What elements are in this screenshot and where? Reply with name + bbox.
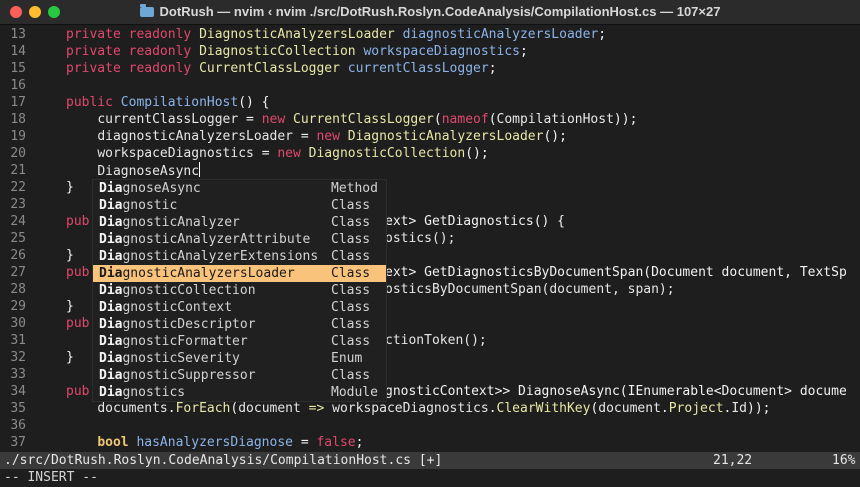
completion-item-selected[interactable]: DiagnosticAnalyzersLoader Class [93,265,386,282]
line-number: 25 [10,231,26,246]
window-title-container: DotRush — nvim ‹ nvim ./src/DotRush.Rosl… [0,0,860,24]
code-line: 18 currentClassLogger = new CurrentClass… [0,111,637,128]
code-line: 20 workspaceDiagnostics = new Diagnostic… [0,145,488,162]
line-number: 21 [10,163,26,178]
line-number: 37 [10,435,26,450]
completion-item[interactable]: DiagnoseAsync Method [93,180,386,197]
code-line: 26} [0,247,73,264]
code-line: 23 [0,196,26,213]
completion-item[interactable]: DiagnosticSuppressor Class [93,367,386,384]
code-line: 13 private readonly DiagnosticAnalyzersLo… [0,26,606,43]
status-file-path: ./src/DotRush.Roslyn.CodeAnalysis/Compil… [4,453,443,468]
line-number: 28 [10,282,26,297]
status-line: ./src/DotRush.Roslyn.CodeAnalysis/Compil… [0,452,860,469]
line-number: 29 [10,299,26,314]
completion-item[interactable]: DiagnosticFormatter Class [93,333,386,350]
line-number: 22 [10,180,26,195]
code-line-current: 21 DiagnoseAsync [0,162,201,179]
code-line: 19 diagnosticAnalyzersLoader = new Diagn… [0,128,567,145]
completion-item[interactable]: Diagnostics Module [93,384,386,401]
cursor-position: 21,22 [713,453,753,468]
line-number: 15 [10,61,26,76]
text-cursor [199,162,201,177]
completion-item[interactable]: DiagnosticAnalyzerExtensions Class [93,248,386,265]
window-title: DotRush — nvim ‹ nvim ./src/DotRush.Rosl… [159,4,721,19]
line-number: 20 [10,146,26,161]
code-line: 30 pub [0,315,89,332]
code-line: 22} [0,179,73,196]
line-number: 16 [10,78,26,93]
line-number: 35 [10,401,26,416]
scroll-percent: 16% [832,453,856,468]
line-number: 23 [10,197,26,212]
line-number: 33 [10,367,26,382]
code-line: 17 public CompilationHost() { [0,94,269,111]
completion-item[interactable]: Diagnostic Class [93,197,386,214]
completion-item[interactable]: DiagnosticAnalyzer Class [93,214,386,231]
code-line: 14 private readonly DiagnosticCollection … [0,43,527,60]
code-line: 15 private readonly CurrentClassLogger cu… [0,60,496,77]
line-number: 34 [10,384,26,399]
line-number: 30 [10,316,26,331]
mode-indicator: -- INSERT -- [0,469,860,487]
title-bar: DotRush — nvim ‹ nvim ./src/DotRush.Rosl… [0,0,860,25]
completion-item[interactable]: DiagnosticContext Class [93,299,386,316]
line-number: 17 [10,95,26,110]
line-number: 18 [10,112,26,127]
code-line: 32} [0,349,73,366]
line-number: 19 [10,129,26,144]
code-line: 33 [0,366,26,383]
completion-item[interactable]: DiagnosticDescriptor Class [93,316,386,333]
line-number: 24 [10,214,26,229]
line-number: 27 [10,265,26,280]
line-number: 13 [10,27,26,42]
completion-item[interactable]: DiagnosticAnalyzerAttribute Class [93,231,386,248]
completion-item[interactable]: DiagnosticSeverity Enum [93,350,386,367]
completion-item[interactable]: DiagnosticCollection Class [93,282,386,299]
code-line: 29} [0,298,73,315]
line-number: 14 [10,44,26,59]
line-number: 32 [10,350,26,365]
code-line: 36 [0,417,26,434]
code-line: 16 [0,77,26,94]
line-number: 31 [10,333,26,348]
code-line: 37 bool hasAnalyzersDiagnose = false; [0,434,363,451]
code-line: 35 documents.ForEach(document => workspa… [0,400,860,417]
completion-popup[interactable]: DiagnoseAsync Method Diagnostic Class Diag… [92,179,387,402]
line-number: 26 [10,248,26,263]
line-number: 36 [10,418,26,433]
terminal-window: DotRush — nvim ‹ nvim ./src/DotRush.Rosl… [0,0,860,487]
folder-icon [139,4,154,17]
